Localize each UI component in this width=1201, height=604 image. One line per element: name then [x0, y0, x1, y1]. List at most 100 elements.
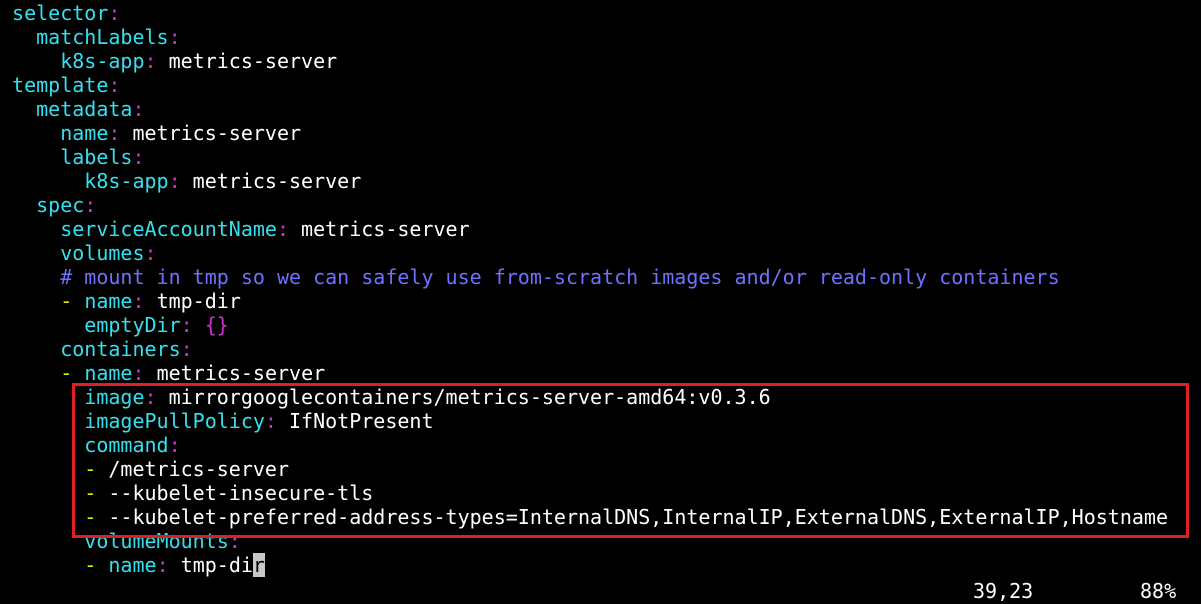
yaml-key: name [108, 553, 157, 577]
scroll-percent: 88% [1140, 579, 1177, 603]
editor-line[interactable]: name: metrics-server [0, 121, 301, 145]
editor-line[interactable]: - name: tmp-dir [0, 289, 241, 313]
yaml-key: volumeMounts [84, 529, 229, 553]
cursor-position: 39,23 [973, 579, 1034, 603]
editor-line[interactable]: selector: [0, 1, 120, 25]
yaml-colon: : [168, 25, 181, 49]
yaml-key: k8s-app [60, 49, 145, 73]
list-dash: - [84, 505, 109, 529]
list-dash: - [60, 289, 85, 313]
yaml-key: volumes [60, 241, 145, 265]
editor-line[interactable]: - --kubelet-preferred-address-types=Inte… [0, 505, 1168, 529]
yaml-key: metadata [36, 97, 133, 121]
yaml-value: metrics-server [180, 169, 362, 193]
yaml-value: mirrorgooglecontainers/metrics-server-am… [156, 385, 771, 409]
editor-line[interactable]: volumeMounts: [0, 529, 241, 553]
list-dash: - [84, 457, 109, 481]
editor-line[interactable]: emptyDir: {} [0, 313, 229, 337]
yaml-colon: : [108, 73, 121, 97]
yaml-colon: : [156, 553, 169, 577]
editor-line[interactable]: imagePullPolicy: IfNotPresent [0, 409, 434, 433]
yaml-value: metrics-server [120, 121, 302, 145]
editor-line[interactable]: # mount in tmp so we can safely use from… [0, 265, 1059, 289]
yaml-value: tmp-dir [144, 289, 241, 313]
yaml-key: image [84, 385, 145, 409]
editor-line[interactable]: k8s-app: metrics-server [0, 49, 337, 73]
editor-line[interactable]: - name: metrics-server [0, 361, 325, 385]
yaml-value: --kubelet-preferred-address-types=Intern… [108, 505, 1168, 529]
yaml-value: metrics-server [144, 361, 326, 385]
yaml-value: --kubelet-insecure-tls [108, 481, 374, 505]
yaml-key: containers [60, 337, 181, 361]
yaml-key: name [84, 361, 133, 385]
yaml-value: tmp-di [168, 553, 253, 577]
yaml-colon: : [168, 433, 181, 457]
editor-line[interactable]: labels: [0, 145, 145, 169]
editor-line[interactable]: metadata: [0, 97, 144, 121]
text-cursor: r [252, 553, 265, 577]
terminal-editor[interactable]: selector: matchLabels: k8s-app: metrics-… [0, 0, 1201, 604]
yaml-key: command [84, 433, 169, 457]
editor-line[interactable]: - --kubelet-insecure-tls [0, 481, 373, 505]
editor-line[interactable]: template: [0, 73, 120, 97]
yaml-colon: : [180, 337, 193, 361]
yaml-colon: : [144, 385, 157, 409]
yaml-colon: : [132, 289, 145, 313]
yaml-value: IfNotPresent [276, 409, 434, 433]
yaml-key: selector [12, 1, 109, 25]
editor-line[interactable]: containers: [0, 337, 193, 361]
yaml-key: k8s-app [84, 169, 169, 193]
yaml-braces: {} [192, 313, 229, 337]
yaml-key: name [84, 289, 133, 313]
yaml-key: spec [36, 193, 85, 217]
yaml-key: emptyDir [84, 313, 181, 337]
editor-line[interactable]: command: [0, 433, 181, 457]
yaml-colon: : [228, 529, 241, 553]
editor-line[interactable]: - /metrics-server [0, 457, 289, 481]
list-dash: - [84, 553, 109, 577]
yaml-colon: : [132, 145, 145, 169]
editor-line[interactable]: serviceAccountName: metrics-server [0, 217, 470, 241]
editor-line[interactable]: image: mirrorgooglecontainers/metrics-se… [0, 385, 771, 409]
editor-line[interactable]: - name: tmp-dir [0, 553, 265, 577]
yaml-colon: : [144, 241, 157, 265]
yaml-colon: : [132, 361, 145, 385]
editor-line[interactable]: volumes: [0, 241, 157, 265]
list-dash: - [84, 481, 109, 505]
yaml-colon: : [276, 217, 290, 241]
yaml-key: template [12, 73, 109, 97]
editor-line[interactable]: matchLabels: [0, 25, 181, 49]
yaml-colon: : [144, 49, 157, 73]
yaml-key: name [60, 121, 109, 145]
yaml-value: metrics-server [156, 49, 338, 73]
yaml-key: labels [60, 145, 133, 169]
yaml-value: metrics-server [289, 217, 470, 241]
editor-line[interactable]: k8s-app: metrics-server [0, 169, 361, 193]
yaml-key: matchLabels [36, 25, 169, 49]
editor-line[interactable]: spec: [0, 193, 96, 217]
yaml-value: /metrics-server [108, 457, 290, 481]
yaml-key: serviceAccountName [60, 217, 277, 241]
